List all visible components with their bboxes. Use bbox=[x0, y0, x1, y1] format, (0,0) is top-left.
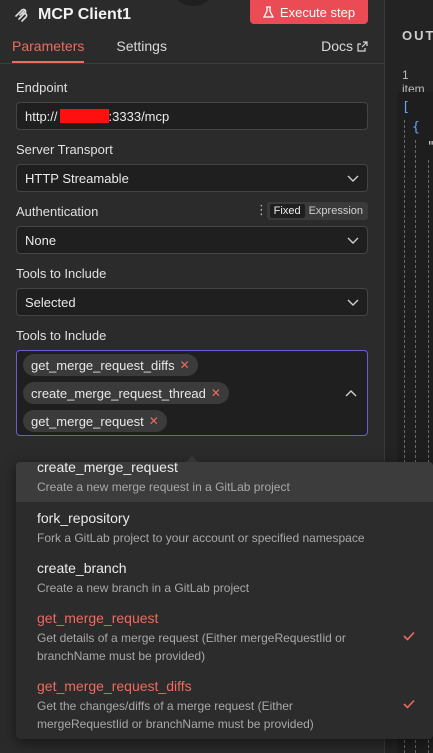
toggle-expression[interactable]: Expression bbox=[309, 205, 365, 217]
parameters-form: Endpoint http:// :3333/mcp Server Transp… bbox=[0, 64, 384, 436]
chevron-up-icon[interactable] bbox=[345, 389, 357, 399]
mcp-icon bbox=[14, 7, 30, 23]
option-desc: Create a new branch in a GitLab project bbox=[37, 581, 250, 595]
execute-step-button[interactable]: Execute step bbox=[250, 0, 368, 24]
option-fork-repository[interactable]: fork_repository Fork a GitLab project to… bbox=[16, 509, 433, 553]
redacted-host bbox=[59, 109, 109, 123]
toggle-fixed[interactable]: Fixed bbox=[269, 204, 305, 218]
tools-mode-label: Tools to Include bbox=[16, 265, 107, 281]
option-get-merge-request[interactable]: get_merge_request Get details of a merge… bbox=[16, 609, 433, 669]
tools-dropdown: create_merge_request Create a new merge … bbox=[16, 462, 433, 739]
option-desc-line2: mergeRequestIid or branchName must be pr… bbox=[37, 717, 314, 731]
endpoint-value-suffix: :3333/mcp bbox=[108, 108, 170, 124]
option-desc-line2: branchName must be provided) bbox=[37, 649, 206, 663]
json-key-quote: " bbox=[427, 140, 433, 155]
tag-get-merge-request-diffs: get_merge_request_diffs ✕ bbox=[23, 354, 198, 376]
remove-tag-icon[interactable]: ✕ bbox=[180, 358, 190, 372]
chevron-down-icon bbox=[347, 299, 359, 306]
tag-create-merge-request-thread: create_merge_request_thread ✕ bbox=[23, 382, 229, 404]
server-transport-value: HTTP Streamable bbox=[25, 170, 129, 186]
option-desc: Fork a GitLab project to your account or… bbox=[37, 531, 365, 545]
tools-mode-select[interactable]: Selected bbox=[16, 288, 368, 316]
option-get-merge-request-diffs[interactable]: get_merge_request_diffs Get the changes/… bbox=[16, 677, 433, 737]
endpoint-label: Endpoint bbox=[16, 79, 68, 95]
server-transport-label: Server Transport bbox=[16, 141, 113, 157]
server-transport-select[interactable]: HTTP Streamable bbox=[16, 164, 368, 192]
tag-label: get_merge_request bbox=[31, 413, 144, 429]
authentication-label: Authentication bbox=[16, 203, 99, 219]
option-name: fork_repository bbox=[37, 510, 130, 526]
tab-settings[interactable]: Settings bbox=[116, 38, 167, 63]
option-name: get_merge_request bbox=[37, 610, 159, 626]
tag-label: get_merge_request_diffs bbox=[31, 357, 175, 373]
docs-link[interactable]: Docs bbox=[321, 38, 368, 54]
execute-step-label: Execute step bbox=[279, 4, 356, 20]
fixed-expression-toggle[interactable]: Fixed Expression bbox=[266, 202, 368, 220]
authentication-select[interactable]: None bbox=[16, 226, 368, 254]
option-create-merge-request[interactable]: create_merge_request Create a new merge … bbox=[16, 462, 433, 502]
option-name: create_merge_request bbox=[37, 462, 178, 475]
json-brace: { bbox=[412, 120, 420, 135]
chevron-down-icon bbox=[347, 237, 359, 244]
chevron-down-icon bbox=[347, 175, 359, 182]
external-link-icon bbox=[357, 40, 368, 52]
remove-tag-icon[interactable]: ✕ bbox=[211, 386, 221, 400]
node-connector-deco bbox=[170, 0, 216, 6]
json-bracket: [ bbox=[402, 100, 410, 115]
output-title: OUT bbox=[402, 28, 433, 43]
flask-icon bbox=[262, 6, 274, 18]
tools-mode-value: Selected bbox=[25, 294, 76, 310]
node-header: MCP Client1 Execute step bbox=[0, 0, 384, 30]
option-desc-line1: Get the changes/diffs of a merge request… bbox=[37, 699, 293, 713]
remove-tag-icon[interactable]: ✕ bbox=[149, 414, 159, 428]
option-desc-line1: Get details of a merge request (Either m… bbox=[37, 631, 346, 645]
option-desc: Create a new merge request in a GitLab p… bbox=[37, 480, 290, 494]
tools-multiselect[interactable]: get_merge_request_diffs ✕ create_merge_r… bbox=[16, 350, 368, 436]
check-icon bbox=[403, 631, 415, 641]
tab-bar: Parameters Settings Docs bbox=[0, 30, 384, 64]
endpoint-input[interactable]: http:// :3333/mcp bbox=[16, 102, 368, 130]
tab-parameters[interactable]: Parameters bbox=[12, 38, 85, 63]
authentication-value: None bbox=[25, 232, 57, 248]
authentication-label-row: Authentication ⋮ Fixed Expression bbox=[16, 202, 368, 220]
docs-label: Docs bbox=[321, 38, 353, 54]
check-icon bbox=[403, 699, 415, 709]
option-name: get_merge_request_diffs bbox=[37, 678, 192, 694]
tag-label: create_merge_request_thread bbox=[31, 385, 206, 401]
endpoint-value-prefix: http:// bbox=[25, 108, 58, 124]
option-create-branch[interactable]: create_branch Create a new branch in a G… bbox=[16, 559, 433, 603]
tag-get-merge-request: get_merge_request ✕ bbox=[23, 410, 167, 432]
node-title[interactable]: MCP Client1 bbox=[38, 6, 131, 24]
tools-selected-label: Tools to Include bbox=[16, 327, 107, 343]
option-name: create_branch bbox=[37, 560, 127, 576]
